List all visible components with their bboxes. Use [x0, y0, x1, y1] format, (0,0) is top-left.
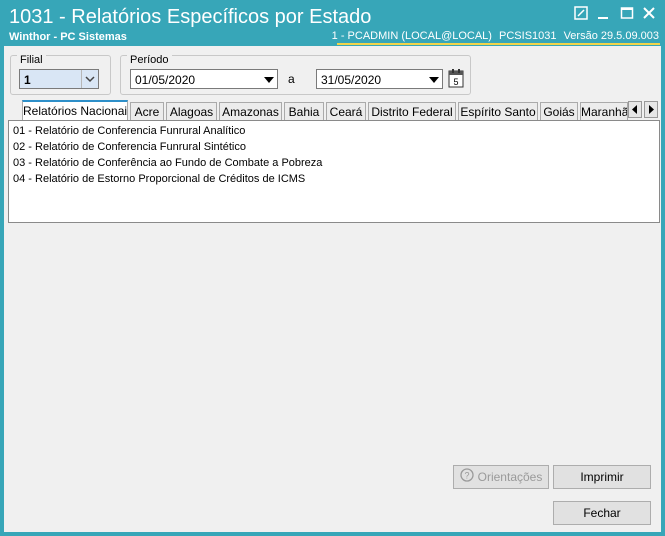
periodo-label: Período	[127, 54, 172, 66]
calendar-day: 5	[453, 77, 458, 87]
session-status: 1 - PCADMIN (LOCAL@LOCAL) PCSIS1031 Vers…	[328, 30, 659, 42]
tab-espirito-santo[interactable]: Espírito Santo	[458, 102, 538, 121]
tab-scroll-right-button[interactable]	[644, 101, 658, 118]
periodo-group: Período 01/05/2020 a 31/05/2020 5	[120, 54, 471, 95]
list-item[interactable]: 01 - Relatório de Conferencia Funrural A…	[13, 125, 245, 137]
window-title: 1031 - Relatórios Específicos por Estado	[9, 6, 372, 28]
status-underline	[337, 43, 660, 45]
session-user: 1 - PCADMIN (LOCAL@LOCAL)	[331, 30, 492, 42]
list-item[interactable]: 03 - Relatório de Conferência ao Fundo d…	[13, 157, 322, 169]
application-window: 1031 - Relatórios Específicos por Estado…	[0, 0, 665, 536]
period-end-value: 31/05/2020	[321, 73, 382, 87]
tab-amazonas[interactable]: Amazonas	[219, 102, 282, 121]
chevron-down-icon[interactable]	[261, 70, 277, 88]
tab-acre[interactable]: Acre	[130, 102, 164, 121]
period-start-value: 01/05/2020	[135, 73, 196, 87]
help-icon: ?	[459, 467, 474, 489]
arrow-right-icon	[649, 105, 654, 114]
period-start-date[interactable]: 01/05/2020	[130, 69, 278, 89]
filial-select[interactable]: 1	[19, 69, 99, 89]
list-item[interactable]: 02 - Relatório de Conferencia Funrural S…	[13, 141, 246, 153]
orientacoes-button[interactable]: ? Orientações	[453, 465, 549, 489]
tab-scroll-left-button[interactable]	[628, 101, 642, 118]
tab-distrito-federal[interactable]: Distrito Federal	[368, 102, 456, 121]
filial-label: Filial	[17, 54, 46, 66]
arrow-left-icon	[632, 105, 637, 114]
tab-goias[interactable]: Goiás	[540, 102, 578, 121]
period-end-date[interactable]: 31/05/2020	[316, 69, 443, 89]
svg-text:?: ?	[464, 470, 469, 480]
orientacoes-label: Orientações	[477, 470, 543, 484]
tab-ceara[interactable]: Ceará	[326, 102, 366, 121]
calendar-icon[interactable]: 5	[447, 68, 465, 88]
minimize-icon[interactable]	[592, 4, 614, 26]
version-label: Versão 29.5.09.003	[563, 30, 659, 42]
close-icon[interactable]	[638, 4, 660, 26]
chevron-down-icon[interactable]	[81, 70, 98, 88]
tab-maranhao[interactable]: Maranhão	[580, 102, 628, 121]
maximize-icon[interactable]	[616, 4, 638, 26]
tab-bahia[interactable]: Bahia	[284, 102, 324, 121]
fechar-button[interactable]: Fechar	[553, 501, 651, 525]
title-bar[interactable]: 1031 - Relatórios Específicos por Estado…	[0, 0, 665, 46]
routine-code: PCSIS1031	[499, 30, 557, 42]
filial-group: Filial 1	[10, 54, 111, 95]
filial-value: 1	[24, 73, 31, 87]
imprimir-button[interactable]: Imprimir	[553, 465, 651, 489]
period-separator: a	[288, 72, 295, 86]
client-area: Filial 1 Período 01/05/2020 a 31/05/2020	[4, 46, 661, 532]
window-subtitle: Winthor - PC Sistemas	[9, 31, 127, 43]
chevron-down-icon[interactable]	[426, 70, 442, 88]
pin-icon[interactable]	[570, 4, 592, 26]
tab-alagoas[interactable]: Alagoas	[166, 102, 217, 121]
list-item[interactable]: 04 - Relatório de Estorno Proporcional d…	[13, 173, 305, 185]
report-list: 01 - Relatório de Conferencia Funrural A…	[8, 120, 660, 223]
